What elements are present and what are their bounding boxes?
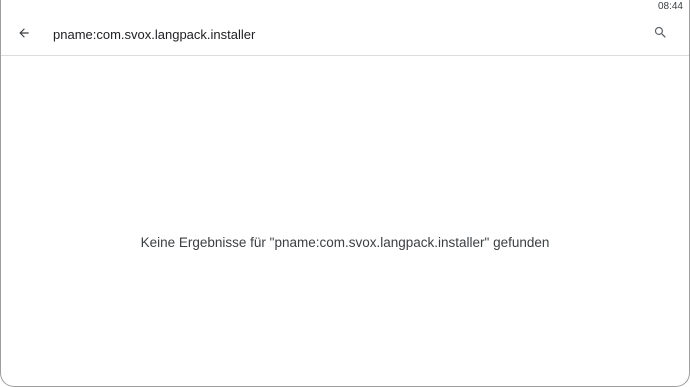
arrow-back-icon	[17, 26, 31, 45]
search-toolbar: pname:com.svox.langpack.installer	[1, 14, 689, 56]
search-button[interactable]	[647, 22, 673, 48]
search-icon	[653, 25, 668, 45]
no-results-message: Keine Ergebnisse für "pname:com.svox.lan…	[140, 235, 550, 250]
back-button[interactable]	[11, 22, 37, 48]
status-bar: 08:44	[1, 0, 689, 14]
status-time: 08:44	[657, 1, 683, 12]
screen: 08:44 pname:com.svox.langpack.installer …	[0, 0, 690, 387]
search-query-field[interactable]: pname:com.svox.langpack.installer	[53, 26, 255, 44]
